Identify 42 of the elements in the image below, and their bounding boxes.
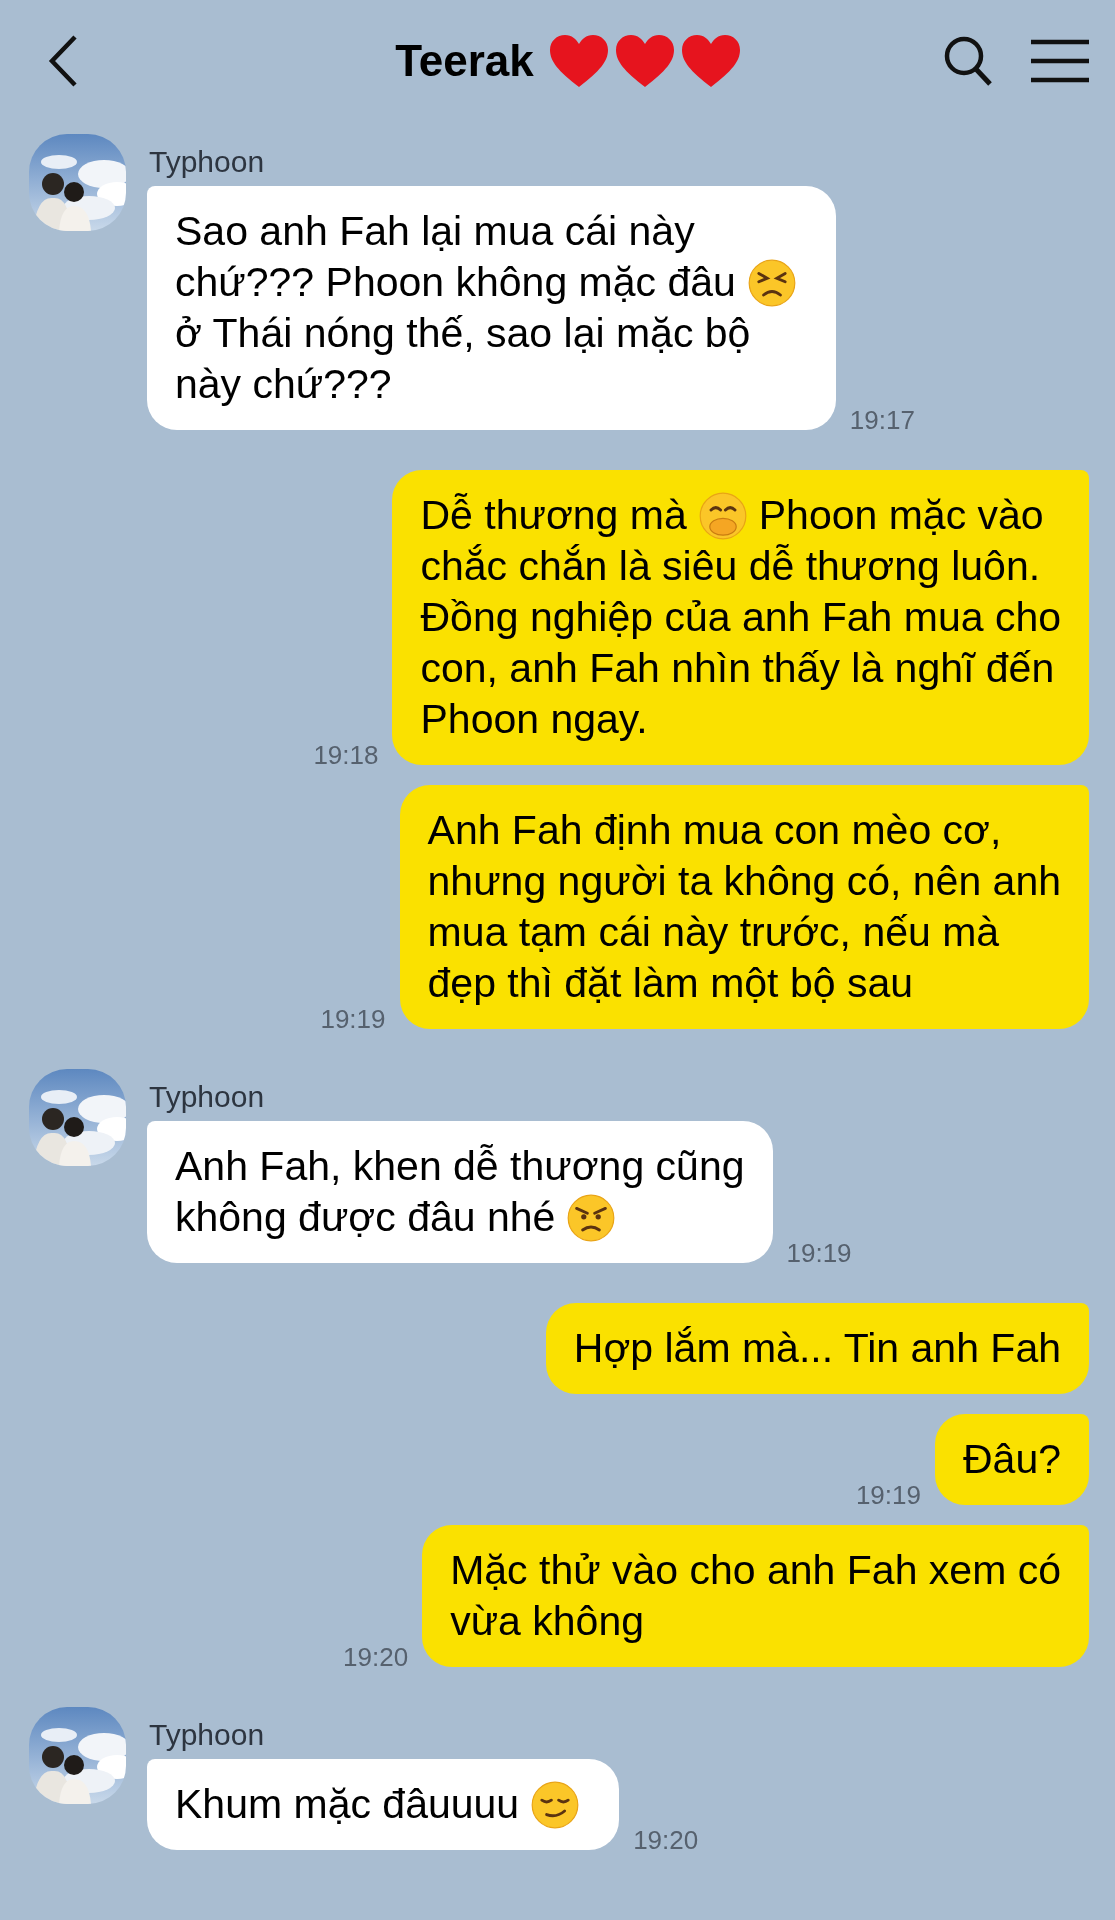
heart-icon xyxy=(679,33,742,89)
message-text: mua tạm cái này trước, nếu mà xyxy=(427,908,1000,957)
message-time: 19:19 xyxy=(786,1238,852,1269)
message-text: nhưng người ta không có, nên anh xyxy=(427,857,1061,906)
message-text: Đồng nghiệp của anh Fah mua cho xyxy=(420,593,1061,642)
sender-name: Typhoon xyxy=(149,146,266,178)
message-text: ở Thái nóng thế, sao lại mặc bộ xyxy=(175,309,751,358)
message-text: đẹp thì đặt làm một bộ sau xyxy=(427,959,913,1008)
message-text: con, anh Fah nhìn thấy là nghĩ đến xyxy=(420,644,1055,693)
search-icon[interactable] xyxy=(943,35,993,87)
heart-icon xyxy=(547,33,610,89)
heart-icon xyxy=(613,33,676,89)
message-text: chắc chắn là siêu dễ thương luôn. xyxy=(420,542,1041,591)
message-text: Anh Fah, khen dễ thương cũng xyxy=(175,1142,745,1191)
message-text: Mặc thử vào cho anh Fah xem có xyxy=(450,1546,1061,1595)
tired-face-icon xyxy=(747,258,796,307)
face-with-hand-icon xyxy=(698,491,747,540)
sender-name: Typhoon xyxy=(149,1719,266,1751)
angry-face-icon xyxy=(567,1193,616,1242)
message-text: Anh Fah định mua con mèo cơ, xyxy=(427,806,1002,855)
message-text: này chứ??? xyxy=(175,360,392,409)
back-icon[interactable] xyxy=(48,34,78,88)
chat-title: Teerak xyxy=(395,36,534,86)
message-text: Phoon mặc vào xyxy=(758,491,1044,540)
message-time: 19:20 xyxy=(633,1825,699,1856)
message-text: Sao anh Fah lại mua cái này xyxy=(175,207,695,256)
message-time: 19:20 xyxy=(343,1642,409,1673)
message-text: Đâu? xyxy=(963,1435,1061,1484)
message-text: Hợp lắm mà... Tin anh Fah xyxy=(573,1324,1061,1373)
message-text: không được đâu nhé xyxy=(175,1193,556,1242)
message-time: 19:19 xyxy=(855,1480,921,1511)
message-text: Dễ thương mà xyxy=(420,491,687,540)
message-text: Phoon ngay. xyxy=(420,695,648,744)
message-time: 19:19 xyxy=(320,1004,386,1035)
message-text: chứ??? Phoon không mặc đâu xyxy=(175,258,736,307)
menu-icon[interactable] xyxy=(1031,39,1089,83)
message-time: 19:18 xyxy=(313,740,379,771)
message-text: Khum mặc đâuuuu xyxy=(175,1780,520,1829)
message-time: 19:17 xyxy=(849,405,915,436)
sender-name: Typhoon xyxy=(149,1081,266,1113)
message-text: vừa không xyxy=(450,1597,644,1646)
smirking-face-icon xyxy=(531,1780,580,1829)
